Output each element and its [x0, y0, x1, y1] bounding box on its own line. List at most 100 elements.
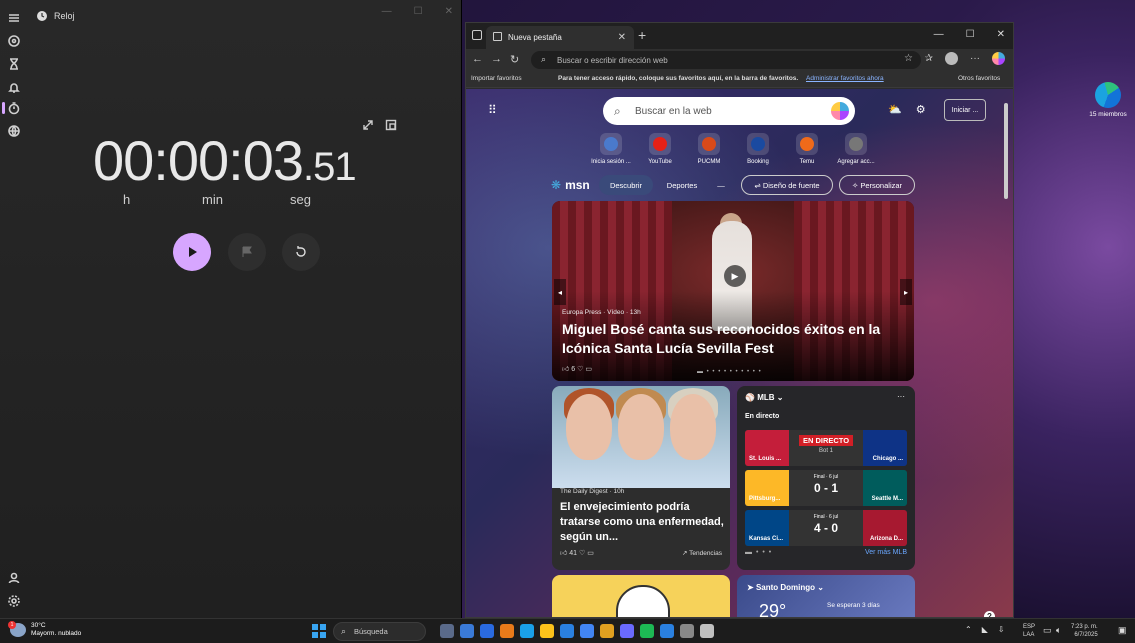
more-icon[interactable]: ···	[970, 53, 980, 64]
apps-grid-icon[interactable]: ⠿	[488, 103, 497, 117]
hourglass-icon[interactable]	[7, 57, 21, 71]
favorite-star-icon[interactable]: ☆	[904, 53, 913, 64]
mlb-game-row[interactable]: St. Louis ... Chicago ... EN DIRECTO Bot 1	[745, 430, 907, 466]
focus-icon[interactable]	[7, 34, 21, 48]
more-options-icon[interactable]: ···	[897, 392, 905, 401]
quick-link[interactable]: Agregar acc...	[831, 133, 881, 165]
help-icon[interactable]: ?	[984, 611, 995, 617]
article-title[interactable]: El envejecimiento podría tratarse como u…	[560, 500, 726, 545]
comment-icon[interactable]: ▭	[587, 550, 594, 557]
settings-icon[interactable]	[7, 594, 21, 608]
carousel-dots[interactable]: ▬ • • • • • • • • • •	[697, 369, 762, 375]
article-card[interactable]: The Daily Digest · 10h El envejecimiento…	[552, 386, 730, 570]
hero-card[interactable]: ▶ ◂ ▸ Europa Press · Vídeo · 13h Miguel …	[552, 201, 914, 381]
play-button[interactable]	[173, 233, 211, 271]
network-icon[interactable]: ◣	[982, 625, 988, 634]
share-icon[interactable]: ♡	[575, 366, 585, 373]
mlb-card[interactable]: ⚾ MLB ⌄ ··· En directo St. Louis ... Chic…	[737, 386, 915, 570]
expand-icon[interactable]	[362, 118, 374, 130]
mlb-dots[interactable]: ▬ • • •	[745, 549, 772, 556]
minimize-icon[interactable]: —	[382, 6, 392, 17]
prev-arrow-icon[interactable]: ◂	[554, 279, 566, 305]
copilot-icon[interactable]	[831, 102, 849, 120]
tab-more[interactable]: —	[711, 175, 731, 195]
taskbar-app-icon[interactable]	[500, 624, 514, 638]
close-icon[interactable]: ✕	[997, 29, 1005, 40]
world-clock-icon[interactable]	[7, 124, 21, 138]
start-button[interactable]	[312, 624, 326, 638]
close-icon[interactable]: ✕	[445, 6, 453, 17]
page-scrollbar[interactable]	[1004, 93, 1009, 613]
reset-button[interactable]	[282, 233, 320, 271]
taskbar-app-icon[interactable]	[540, 624, 554, 638]
desktop-edge-shortcut[interactable]: 15 miembros	[1089, 82, 1127, 118]
back-icon[interactable]: ←	[472, 53, 483, 65]
forward-icon[interactable]: →	[491, 53, 502, 65]
import-favorites-link[interactable]: Importar favoritos	[471, 75, 522, 82]
hero-title[interactable]: Miguel Bosé canta sus reconocidos éxitos…	[562, 320, 902, 358]
taskbar-app-icon[interactable]	[680, 624, 694, 638]
taskbar-app-icon[interactable]	[460, 624, 474, 638]
taskbar-app-icon[interactable]	[600, 624, 614, 638]
taskbar-app-icon[interactable]	[700, 624, 714, 638]
volume-icon[interactable]: 🔈︎	[1056, 625, 1061, 636]
other-favorites[interactable]: Otros favoritos	[958, 75, 1000, 82]
notifications-icon[interactable]: ▣	[1118, 625, 1127, 636]
quick-link[interactable]: PUCMM	[684, 133, 734, 165]
menu-icon[interactable]	[7, 11, 21, 25]
mlb-game-row[interactable]: Pittsburg... Seattle M... Final · 6 jul 0 -…	[745, 470, 907, 506]
tab-close-icon[interactable]: ✕	[618, 32, 626, 43]
compact-overlay-icon[interactable]	[385, 118, 397, 131]
weather-icon[interactable]: ⛅	[888, 103, 902, 116]
taskbar-app-icon[interactable]	[580, 624, 594, 638]
page-settings-icon[interactable]: ⚙	[916, 103, 926, 116]
tab-new-tab[interactable]: Nueva pestaña ✕	[486, 26, 634, 49]
video-play-icon[interactable]: ▶	[724, 265, 746, 287]
taskbar-weather[interactable]: 1 30°C Mayorm. nublado	[8, 621, 81, 638]
account-icon[interactable]	[7, 571, 21, 585]
address-input[interactable]: ⌕ Buscar o escribir dirección web ☆	[531, 51, 921, 69]
sign-in-button[interactable]: Iniciar ...	[944, 99, 986, 121]
taskbar-app-icon[interactable]	[480, 624, 494, 638]
quick-link[interactable]: Inicia sesión ...	[586, 133, 636, 165]
taskbar-clock[interactable]: 7:23 p. m. 6/7/2025	[1071, 623, 1098, 639]
personalize-button[interactable]: ✧ Personalizar	[839, 175, 915, 195]
quick-link[interactable]: YouTube	[635, 133, 685, 165]
taskbar-app-icon[interactable]	[660, 624, 674, 638]
font-design-button[interactable]: ⇌ Diseño de fuente	[741, 175, 833, 195]
refresh-icon[interactable]: ↻	[510, 53, 519, 66]
lap-button[interactable]	[228, 233, 266, 271]
quick-link[interactable]: Temu	[782, 133, 832, 165]
tab-sports[interactable]: Deportes	[657, 175, 707, 195]
web-search-input[interactable]: ⌕ Buscar en la web	[603, 97, 855, 125]
copilot-icon[interactable]	[992, 52, 1005, 65]
maximize-icon[interactable]: ☐	[414, 6, 423, 17]
like-icon[interactable]: 👍︎	[560, 550, 569, 557]
restore-icon[interactable]: ☐	[966, 29, 975, 40]
new-tab-icon[interactable]: +	[638, 27, 646, 43]
minimize-icon[interactable]: —	[934, 29, 944, 40]
taskbar-app-icon[interactable]	[560, 624, 574, 638]
taskbar-app-icon[interactable]	[520, 624, 534, 638]
manage-favorites-link[interactable]: Administrar favoritos ahora	[806, 75, 884, 82]
taskbar-app-icon[interactable]	[620, 624, 634, 638]
language-indicator[interactable]: ESP LAA	[1023, 623, 1035, 639]
taskbar-app-icon[interactable]	[440, 624, 454, 638]
next-arrow-icon[interactable]: ▸	[900, 279, 912, 305]
mlb-header[interactable]: ⚾ MLB ⌄	[745, 393, 783, 402]
taskbar-search[interactable]: ⌕ Búsqueda	[333, 622, 426, 641]
usb-icon[interactable]: ⇩	[998, 625, 1005, 634]
more-mlb-link[interactable]: Ver más MLB	[865, 549, 907, 556]
tab-actions-icon[interactable]	[472, 30, 482, 40]
weather-location[interactable]: ➤ Santo Domingo ⌄	[747, 583, 824, 592]
quick-link[interactable]: Booking	[733, 133, 783, 165]
display-icon[interactable]: ▭	[1043, 625, 1052, 636]
alarm-icon[interactable]	[7, 80, 21, 94]
scrollbar-thumb[interactable]	[1004, 103, 1008, 199]
tab-discover[interactable]: Descubrir	[599, 175, 653, 195]
share-icon[interactable]: ♡	[577, 550, 587, 557]
like-icon[interactable]: 👍︎	[562, 366, 571, 373]
chevron-up-icon[interactable]: ⌃	[965, 625, 972, 634]
favorites-icon[interactable]: ✰	[925, 53, 933, 64]
taskbar-app-icon[interactable]	[640, 624, 654, 638]
